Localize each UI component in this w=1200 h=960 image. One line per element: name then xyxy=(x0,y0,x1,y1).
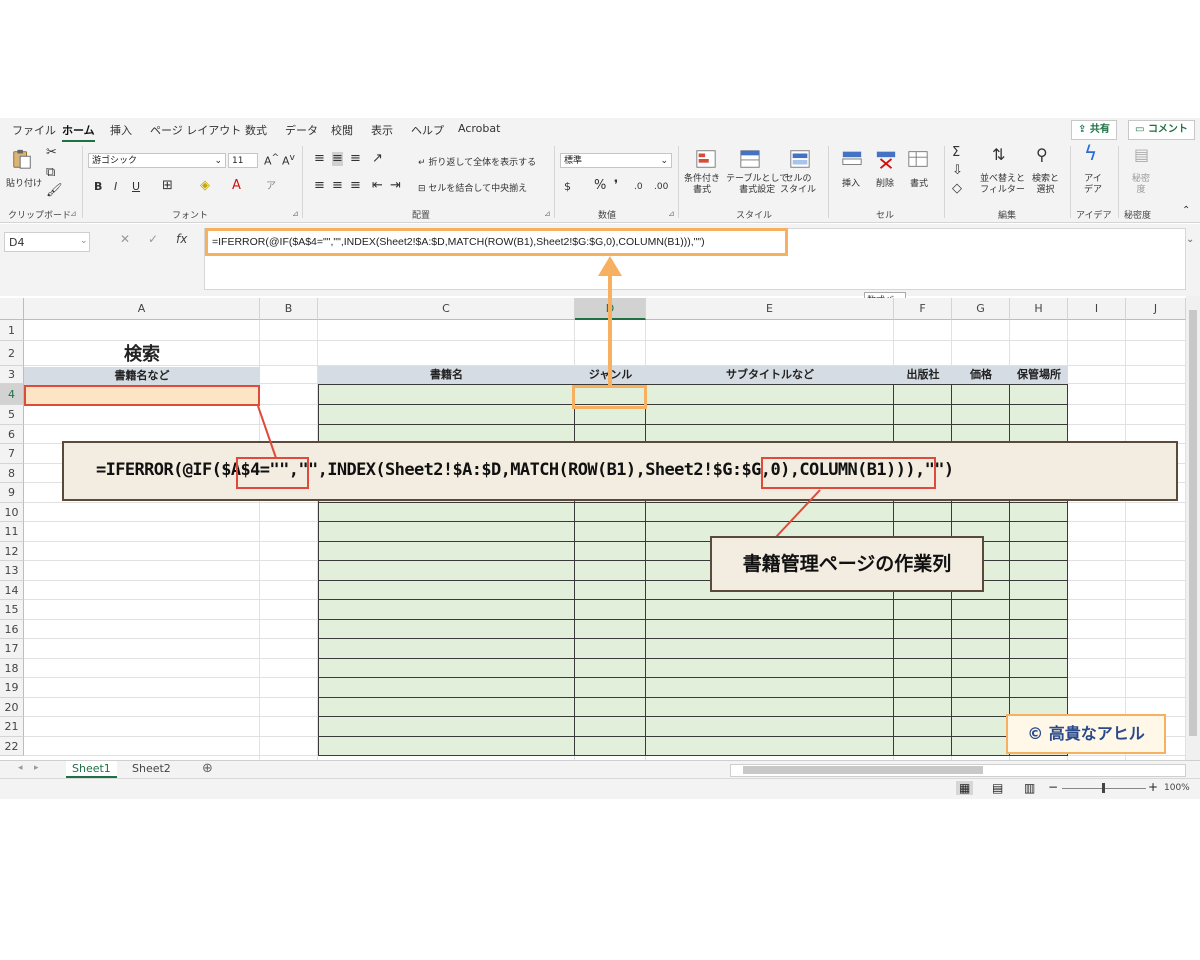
zoom-out-icon[interactable]: − xyxy=(1048,780,1058,794)
prev-sheet-icon[interactable]: ◂ xyxy=(18,763,23,773)
status-bar: ▦ ▤ ▥ − + 100% xyxy=(0,778,1200,799)
zoom-level[interactable]: 100% xyxy=(1164,783,1190,793)
sheet-tab-sheet1[interactable]: Sheet1 xyxy=(66,761,117,778)
page-break-view-icon[interactable]: ▥ xyxy=(1024,781,1035,795)
zoom-slider-thumb[interactable] xyxy=(1102,783,1105,793)
page-layout-view-icon[interactable]: ▤ xyxy=(992,781,1003,795)
sheet-tab-bar: ◂ ▸ Sheet1 Sheet2 ⊕ xyxy=(0,760,1200,779)
add-sheet-icon[interactable]: ⊕ xyxy=(202,761,213,776)
scrollbar-thumb[interactable] xyxy=(743,766,983,774)
horizontal-scrollbar[interactable] xyxy=(730,764,1186,777)
leader-lines xyxy=(257,405,821,538)
copyright-badge: © 高貴なアヒル xyxy=(1006,714,1166,754)
next-sheet-icon[interactable]: ▸ xyxy=(34,763,39,773)
zoom-in-icon[interactable]: + xyxy=(1148,780,1158,794)
work-column-callout: 書籍管理ページの作業列 xyxy=(710,536,984,592)
sheet-tab-sheet2[interactable]: Sheet2 xyxy=(126,761,177,778)
normal-view-icon[interactable]: ▦ xyxy=(956,781,974,795)
